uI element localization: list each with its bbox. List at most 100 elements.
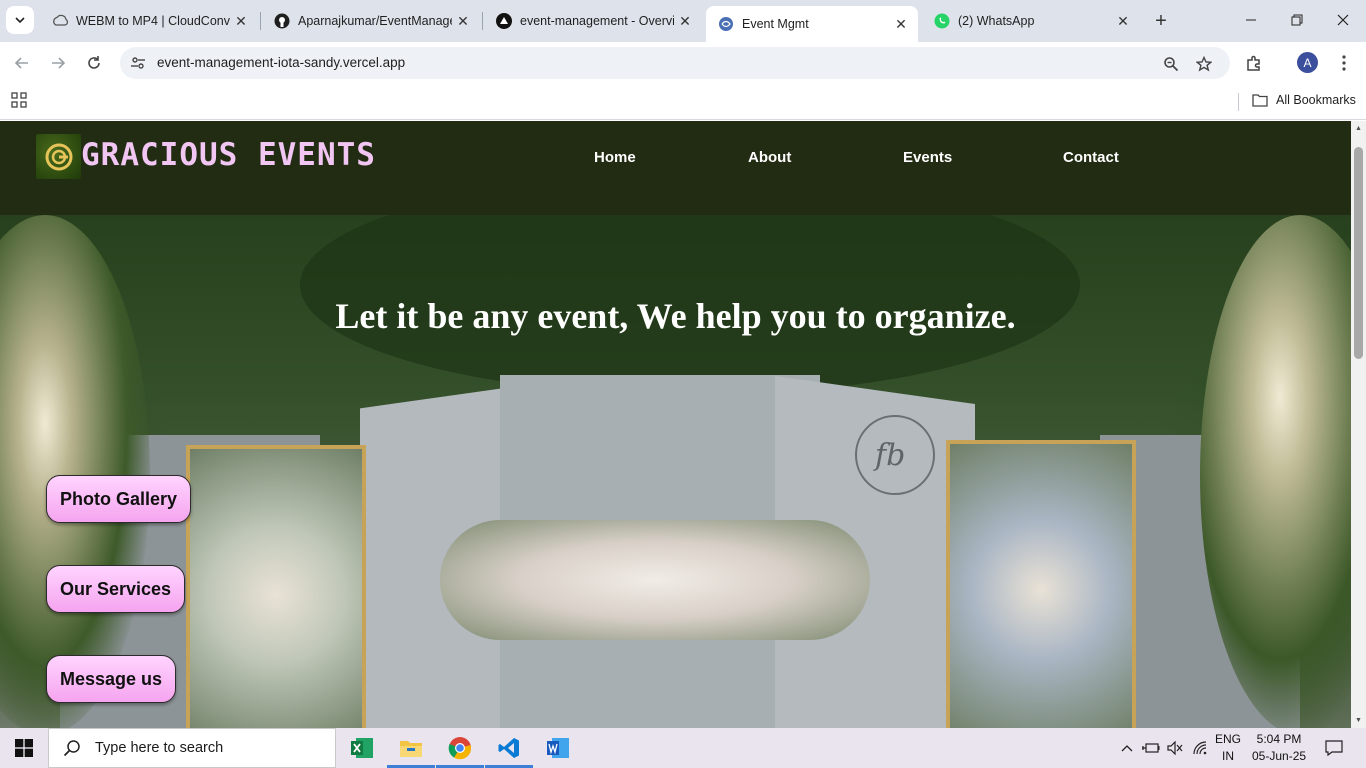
word-icon [547, 738, 569, 758]
tab-title: (2) WhatsApp [958, 14, 1035, 28]
extensions-button[interactable] [1240, 50, 1268, 76]
folder-icon [400, 741, 422, 757]
file-explorer-app[interactable] [387, 728, 435, 768]
language-indicator[interactable]: ENG IN [1215, 731, 1241, 765]
photo-gallery-button[interactable]: Photo Gallery [46, 475, 192, 523]
nav-events[interactable]: Events [903, 149, 952, 166]
vscode-icon [498, 738, 519, 758]
tab-github[interactable]: Aparnajkumar/EventManage ✕ [262, 6, 480, 36]
menu-button[interactable] [1330, 50, 1358, 76]
scroll-up-arrow[interactable]: ▲ [1354, 124, 1363, 133]
scrollbar-thumb[interactable] [1354, 147, 1363, 359]
folder-icon [1252, 94, 1268, 107]
language-code: ENG [1215, 732, 1242, 746]
forward-button[interactable] [44, 50, 72, 76]
network-status[interactable] [1190, 728, 1212, 768]
brand-name[interactable]: GRACIOUS EVENTS [81, 137, 376, 173]
cloudconvert-icon [52, 13, 68, 29]
taskbar-search[interactable]: Type here to search [48, 728, 336, 768]
site-header: GRACIOUS EVENTS Home About Events Contac… [0, 121, 1351, 215]
vercel-icon [496, 13, 512, 29]
close-icon[interactable]: ✕ [674, 10, 696, 32]
browser-toolbar: event-management-iota-sandy.vercel.app A [0, 42, 1366, 84]
nav-contact[interactable]: Contact [1063, 149, 1119, 166]
hero-title: Let it be any event, We help you to orga… [335, 296, 1016, 336]
tab-title: WEBM to MP4 | CloudConve [76, 14, 230, 28]
restore-button[interactable] [1282, 8, 1312, 32]
excel-app[interactable] [338, 728, 386, 768]
start-button[interactable] [0, 728, 48, 768]
region-code: IN [1222, 749, 1234, 763]
bookmark-star-button[interactable] [1192, 55, 1216, 73]
chrome-app[interactable] [436, 728, 484, 768]
tab-cloudconvert[interactable]: WEBM to MP4 | CloudConve ✕ [40, 6, 258, 36]
zoom-button[interactable] [1159, 55, 1183, 73]
tab-whatsapp[interactable]: (2) WhatsApp ✕ [922, 6, 1140, 36]
message-us-button[interactable]: Message us [46, 655, 177, 703]
site-info-icon[interactable] [130, 55, 146, 71]
page-viewport: GRACIOUS EVENTS Home About Events Contac… [0, 121, 1351, 728]
new-tab-button[interactable]: + [1148, 8, 1174, 34]
excel-icon [351, 738, 373, 758]
close-icon[interactable]: ✕ [452, 10, 474, 32]
speaker-muted-icon [1167, 741, 1183, 755]
nav-about[interactable]: About [748, 149, 791, 166]
word-app[interactable] [534, 728, 582, 768]
show-hidden-icons[interactable] [1118, 728, 1136, 768]
apps-grid-icon[interactable] [11, 92, 27, 108]
reload-button[interactable] [80, 50, 108, 76]
tab-separator [260, 12, 261, 30]
volume-status[interactable] [1164, 728, 1186, 768]
system-clock[interactable]: 5:04 PM 05-Jun-25 [1252, 731, 1306, 765]
browser-window: WEBM to MP4 | CloudConve ✕ Aparnajkumar/… [0, 0, 1366, 728]
more-vertical-icon [1342, 55, 1346, 71]
back-button[interactable] [8, 50, 36, 76]
all-bookmarks-button[interactable]: All Bookmarks [1252, 93, 1356, 107]
close-window-button[interactable] [1328, 8, 1358, 32]
address-bar[interactable]: event-management-iota-sandy.vercel.app [120, 47, 1230, 79]
our-services-button[interactable]: Our Services [46, 565, 186, 613]
chevron-up-icon [1121, 745, 1133, 752]
minimize-icon [1246, 19, 1256, 21]
close-icon[interactable]: ✕ [230, 10, 252, 32]
tab-event-mgmt[interactable]: Event Mgmt ✕ [706, 6, 918, 42]
tab-title: Event Mgmt [742, 17, 809, 31]
brand-logo[interactable] [36, 134, 81, 179]
globe-icon [718, 16, 734, 32]
search-icon [63, 740, 80, 757]
search-placeholder: Type here to search [95, 740, 224, 756]
scroll-down-arrow[interactable]: ▼ [1354, 716, 1363, 725]
close-icon[interactable]: ✕ [1112, 10, 1134, 32]
nav-home[interactable]: Home [594, 149, 636, 166]
url-text: event-management-iota-sandy.vercel.app [157, 55, 406, 70]
logo-g-icon [45, 143, 72, 170]
all-bookmarks-label: All Bookmarks [1276, 93, 1356, 107]
arrow-right-icon [52, 57, 66, 69]
tab-separator [482, 12, 483, 30]
close-icon[interactable]: ✕ [890, 13, 912, 35]
tab-vercel[interactable]: event-management - Overvi ✕ [484, 6, 702, 36]
zoom-icon [1164, 57, 1179, 72]
tab-search-button[interactable] [6, 6, 34, 34]
tab-strip: WEBM to MP4 | CloudConve ✕ Aparnajkumar/… [0, 0, 1366, 42]
chevron-down-icon [15, 17, 25, 24]
close-icon [1337, 14, 1349, 26]
bookmarks-bar: All Bookmarks [0, 84, 1366, 120]
vscode-app[interactable] [485, 728, 533, 768]
notifications-button[interactable] [1320, 728, 1348, 768]
arrow-left-icon [14, 57, 28, 69]
clock-date: 05-Jun-25 [1252, 749, 1307, 763]
whatsapp-icon [934, 13, 950, 29]
windows-logo-icon [15, 739, 33, 757]
reload-icon [88, 56, 100, 69]
bookmarks-separator [1238, 93, 1239, 111]
notification-icon [1325, 740, 1343, 756]
windows-taskbar: Type here to search ENG IN 5:04 PM 05-Ju… [0, 728, 1366, 768]
page-scrollbar[interactable]: ▲ ▼ [1351, 121, 1366, 728]
restore-icon [1291, 14, 1303, 26]
profile-avatar[interactable]: A [1297, 52, 1318, 73]
minimize-button[interactable] [1236, 8, 1266, 32]
github-icon [274, 13, 290, 29]
clock-time: 5:04 PM [1256, 732, 1302, 746]
battery-status[interactable] [1140, 728, 1162, 768]
